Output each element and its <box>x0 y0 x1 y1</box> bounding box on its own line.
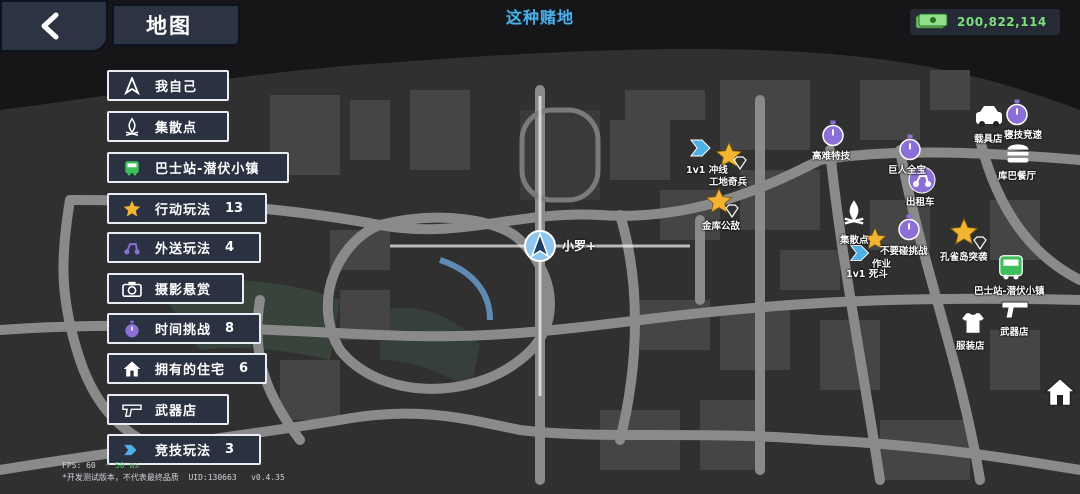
legend-label: 巴士站-潜伏小镇 <box>155 162 260 177</box>
debug-build-line: *开发测试版本，不代表最终品质 UID:130663 v0.4.35 <box>62 472 285 484</box>
uid-readout: UID:130663 <box>188 473 237 482</box>
camera-icon <box>109 275 155 302</box>
net-latency: 50 ms <box>115 461 140 470</box>
wifi-icon: ◠ <box>105 461 111 470</box>
legend-item-owned-house[interactable]: 拥有的住宅 6 <box>107 353 267 384</box>
bus-icon <box>109 154 155 181</box>
player-label: 小罗+ <box>562 239 597 253</box>
map-label: 服装店 <box>956 341 985 352</box>
legend-item-bus-stop[interactable]: 巴士站-潜伏小镇 <box>107 152 289 183</box>
map-label: 孔雀岛突袭 <box>940 252 988 263</box>
star-icon <box>109 195 155 222</box>
stopwatch-icon[interactable] <box>895 132 925 162</box>
versus-icon <box>109 436 155 463</box>
stopwatch-icon[interactable] <box>894 212 924 242</box>
legend-label: 时间挑战 <box>155 323 212 338</box>
legend-label: 摄影悬赏 <box>155 283 212 298</box>
legend-item-delivery[interactable]: 外送玩法 4 <box>107 232 261 263</box>
scooter-icon <box>109 234 155 261</box>
legend-label: 我自己 <box>155 80 198 95</box>
legend-label: 拥有的住宅 <box>155 363 226 378</box>
fps-readout: FPS: 60 <box>62 461 96 470</box>
diamond-icon <box>733 156 747 170</box>
legend-label: 竞技玩法 <box>155 444 212 459</box>
player-arrow-icon <box>109 72 155 99</box>
legend-count: 13 <box>225 201 244 216</box>
stopwatch-icon[interactable] <box>818 118 848 148</box>
legend-label: 武器店 <box>155 404 198 419</box>
legend-item-photo[interactable]: 摄影悬赏 <box>107 273 244 304</box>
house-icon <box>109 355 155 382</box>
campfire-icon[interactable] <box>840 198 868 228</box>
map-label: 武器店 <box>1000 327 1029 338</box>
legend-label: 集散点 <box>155 121 198 136</box>
legend-label: 外送玩法 <box>155 242 212 257</box>
diamond-icon <box>973 236 987 250</box>
currency-display: 200,822,114 <box>910 9 1060 35</box>
currency-amount: 200,822,114 <box>957 15 1047 29</box>
burger-icon[interactable] <box>1004 138 1032 166</box>
legend-item-gathering[interactable]: 集散点 <box>107 111 229 142</box>
map-label: 载具店 <box>974 134 1003 145</box>
legend-count: 8 <box>225 321 235 336</box>
map-label: 寝技竞速 <box>1004 130 1043 141</box>
stopwatch-icon <box>109 315 155 342</box>
version-readout: v0.4.35 <box>251 473 285 482</box>
gun-icon[interactable] <box>1000 296 1030 322</box>
map-label: 1v1 死斗 <box>846 269 888 280</box>
legend-item-action[interactable]: 行动玩法 13 <box>107 193 267 224</box>
legend-item-time-challenge[interactable]: 时间挑战 8 <box>107 313 261 344</box>
map-label: 金库公敌 <box>702 221 741 232</box>
map-label: 巨人全宝 <box>888 165 927 176</box>
build-note: *开发测试版本，不代表最终品质 <box>62 473 179 482</box>
legend-item-weapon-shop[interactable]: 武器店 <box>107 394 229 425</box>
car-icon[interactable] <box>974 104 1004 130</box>
stopwatch-icon[interactable] <box>1002 97 1032 127</box>
map-label: 集散点 <box>840 235 869 246</box>
legend-count: 6 <box>239 361 249 376</box>
map-label: 工地奇兵 <box>709 177 748 188</box>
shirt-icon[interactable] <box>960 310 986 336</box>
legend-label: 行动玩法 <box>155 203 212 218</box>
legend-count: 3 <box>225 442 235 457</box>
map-label: 出租车 <box>906 197 935 208</box>
debug-fps-line: FPS: 60 ◠ 50 ms <box>62 460 285 472</box>
map-label: 不要碰挑战 <box>880 246 928 257</box>
map-label: 库巴餐厅 <box>998 171 1037 182</box>
map-label: 巴士站-潜伏小镇 <box>974 286 1045 297</box>
bus-icon[interactable] <box>996 252 1026 282</box>
legend-count: 4 <box>225 240 235 255</box>
gun-icon <box>109 396 155 423</box>
legend-item-player[interactable]: 我自己 <box>107 70 229 101</box>
cash-icon <box>915 13 948 29</box>
diamond-icon <box>725 204 739 218</box>
house-icon[interactable] <box>1042 374 1078 410</box>
debug-overlay: FPS: 60 ◠ 50 ms *开发测试版本，不代表最终品质 UID:1306… <box>62 460 285 484</box>
player-marker-icon <box>524 230 556 262</box>
campfire-icon <box>109 113 155 140</box>
map-label: 高难特技 <box>812 151 851 162</box>
